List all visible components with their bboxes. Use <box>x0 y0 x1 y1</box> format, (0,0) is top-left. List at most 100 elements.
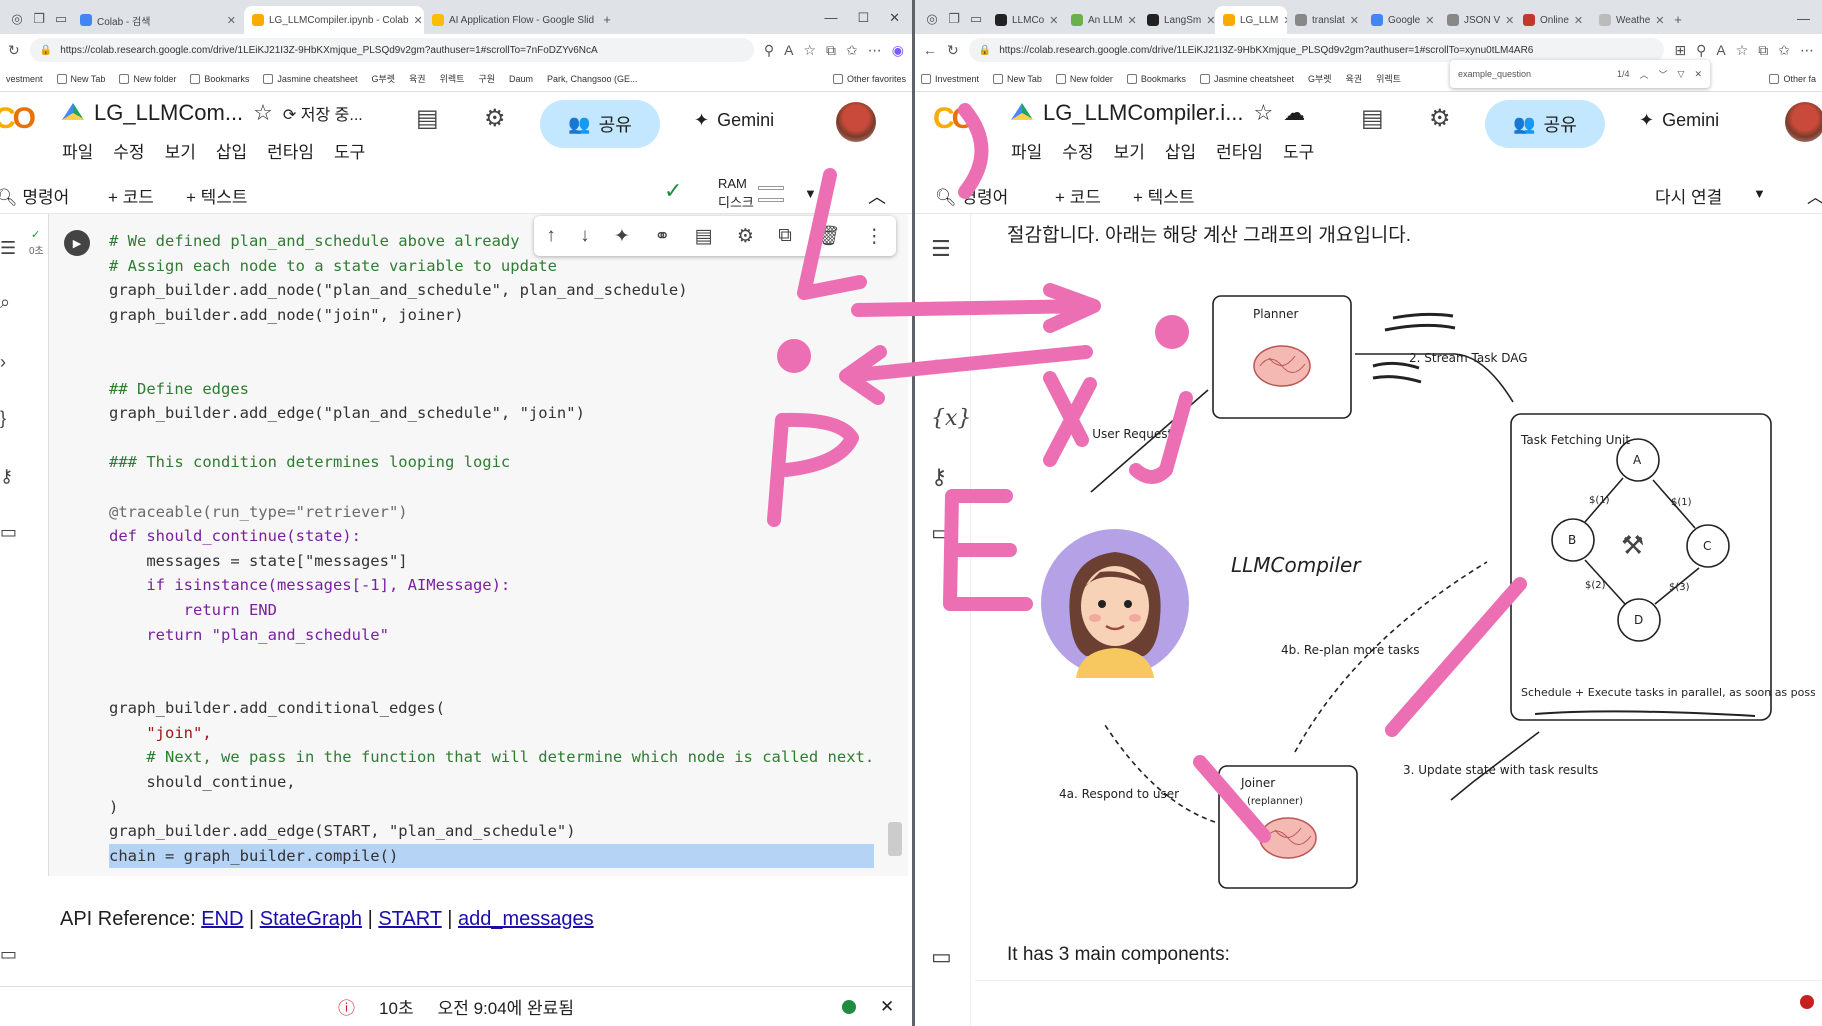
code-line[interactable]: chain = graph_builder.compile() <box>109 843 875 869</box>
more-vert-icon[interactable]: ⋮ <box>865 225 884 248</box>
mirror-cell-icon[interactable]: ⧉ <box>778 225 792 247</box>
browser-tab[interactable]: LLMCo ✕ <box>987 6 1063 34</box>
command-palette-button[interactable]: 🔍︎ 명령어 <box>0 183 69 208</box>
star-icon[interactable]: ☆ <box>1254 100 1274 126</box>
code-line[interactable] <box>109 475 874 500</box>
bookmark[interactable]: Daum <box>509 74 533 84</box>
browser-tab[interactable]: An LLM ✕ <box>1063 6 1139 34</box>
link-icon[interactable]: ⚭ <box>654 225 670 248</box>
gemini-button[interactable]: ✦ Gemini <box>694 110 774 131</box>
menu-edit[interactable]: 수정 <box>113 138 144 163</box>
notebook-title[interactable]: LG_LLMCompiler.i... <box>1043 100 1244 126</box>
files-folder-icon[interactable]: ▭ <box>931 520 952 546</box>
code-line[interactable]: graph_builder.add_node("plan_and_schedul… <box>109 278 874 303</box>
code-line[interactable]: ## Define edges <box>109 377 874 402</box>
close-tab-icon[interactable]: ✕ <box>1655 14 1664 27</box>
bookmark[interactable]: Jasmine cheatsheet <box>263 73 357 84</box>
close-tab-icon[interactable]: ✕ <box>1425 14 1434 27</box>
favorites-icon[interactable]: ✩ <box>846 42 858 59</box>
browser-tab[interactable]: LangSm ✕ <box>1139 6 1215 34</box>
menu-view[interactable]: 보기 <box>165 138 196 163</box>
code-snippets-icon[interactable]: ‹› <box>931 350 946 376</box>
read-aloud-icon[interactable]: A <box>784 42 793 58</box>
toc-icon[interactable]: ☰ <box>931 236 951 262</box>
comment-icon[interactable]: ▤ <box>1361 104 1384 133</box>
cell-settings-icon[interactable]: ⚙ <box>737 225 754 248</box>
code-editor[interactable]: # We defined plan_and_schedule above alr… <box>109 229 875 869</box>
bookmark[interactable]: G부렛 <box>371 72 395 85</box>
bookmark[interactable]: Park, Changsoo (GE... <box>547 74 638 84</box>
copilot-icon[interactable]: ◉ <box>892 42 904 59</box>
browser-tab[interactable]: AI Application Flow - Google Slid✕ <box>424 6 596 34</box>
code-line[interactable]: return END <box>109 598 874 623</box>
split-icon[interactable]: ⧉ <box>826 42 836 59</box>
bookmark[interactable]: New folder <box>1055 73 1113 84</box>
back-icon[interactable]: ← <box>923 42 937 58</box>
tab-actions-icon[interactable]: ▭ <box>965 4 987 34</box>
url-field[interactable]: 🔒 https://colab.research.google.com/drive… <box>29 38 754 62</box>
code-line[interactable] <box>109 426 874 451</box>
terminal-icon[interactable]: ▭ <box>931 944 952 970</box>
files-folder-icon[interactable]: ▭ <box>0 522 17 543</box>
browser-tab-active[interactable]: LG_LLMCompiler.ipynb - Colab ✕ <box>244 6 424 34</box>
add-text-button[interactable]: + 텍스트 <box>1133 183 1195 208</box>
add-code-button[interactable]: + 코드 <box>1055 183 1101 208</box>
menu-view[interactable]: 보기 <box>1114 138 1145 163</box>
find-input[interactable]: example_question <box>1458 69 1607 79</box>
code-line[interactable] <box>109 352 874 377</box>
browser-tab[interactable]: Weathe ✕ <box>1591 6 1667 34</box>
close-tab-icon[interactable]: ✕ <box>1127 14 1136 27</box>
collapse-header-icon[interactable]: ︿ <box>1807 183 1822 208</box>
bookmark[interactable]: vestment <box>6 74 43 84</box>
code-line[interactable]: graph_builder.add_edge("plan_and_schedul… <box>109 401 874 426</box>
new-tab-icon[interactable]: + <box>1667 4 1689 34</box>
bookmark[interactable]: G부렛 <box>1308 72 1332 85</box>
find-close-icon[interactable]: ✕ <box>1694 69 1702 80</box>
secrets-key-icon[interactable]: ⚷ <box>931 464 947 490</box>
api-link-end[interactable]: END <box>201 908 243 930</box>
menu-tools[interactable]: 도구 <box>1283 138 1314 163</box>
profile-icon[interactable]: ◎ <box>6 4 28 34</box>
comment-icon[interactable]: ▤ <box>416 104 439 133</box>
other-favorites[interactable]: Other favorites <box>832 73 906 84</box>
app-available-icon[interactable]: ⊞ <box>1674 42 1686 59</box>
add-text-button[interactable]: + 텍스트 <box>186 183 248 208</box>
find-next-icon[interactable]: ﹀ <box>1659 68 1668 81</box>
favorite-star-icon[interactable]: ☆ <box>803 42 816 59</box>
menu-tools[interactable]: 도구 <box>334 138 365 163</box>
code-line[interactable]: messages = state["messages"] <box>109 549 874 574</box>
comment-cell-icon[interactable]: ▤ <box>695 225 713 248</box>
other-favorites[interactable]: Other fa <box>1769 73 1816 84</box>
notebook-title[interactable]: LG_LLMCom... <box>94 100 243 126</box>
bookmark[interactable]: Jasmine cheatsheet <box>1199 73 1294 84</box>
close-tab-icon[interactable]: ✕ <box>1574 14 1583 27</box>
bookmark[interactable]: 육권 <box>409 72 426 85</box>
api-link-start[interactable]: START <box>378 908 441 930</box>
split-icon[interactable]: ⧉ <box>1758 42 1768 59</box>
close-tab-icon[interactable]: ✕ <box>1206 14 1215 27</box>
menu-runtime[interactable]: 런타임 <box>267 138 314 163</box>
browser-tab[interactable]: JSON V ✕ <box>1439 6 1515 34</box>
secrets-key-icon[interactable]: ⚷ <box>0 466 13 487</box>
code-line[interactable]: # Next, we pass in the function that wil… <box>109 745 874 770</box>
find-previous-icon[interactable]: ︿ <box>1640 68 1649 81</box>
close-tab-icon[interactable]: ✕ <box>414 14 423 27</box>
bookmark[interactable]: Investment <box>921 73 979 84</box>
gemini-button[interactable]: ✦ Gemini <box>1639 110 1719 131</box>
command-palette-button[interactable]: 🔍︎ 명령어 <box>935 183 1008 208</box>
profile-icon[interactable]: ◎ <box>921 4 943 34</box>
avatar[interactable] <box>836 102 876 142</box>
collapse-header-icon[interactable]: ︿ <box>868 183 886 209</box>
avatar[interactable] <box>1785 102 1822 142</box>
bookmark[interactable]: New Tab <box>56 73 105 84</box>
zoom-icon[interactable]: ⚲ <box>764 42 774 59</box>
close-window-icon[interactable]: ✕ <box>889 10 900 26</box>
close-tab-icon[interactable]: ✕ <box>1505 14 1514 27</box>
bookmark[interactable]: Bookmarks <box>190 73 249 84</box>
reconnect-button[interactable]: 다시 연결 <box>1655 183 1722 208</box>
tab-actions-icon[interactable]: ▭ <box>50 4 72 34</box>
menu-file[interactable]: 파일 <box>1011 138 1042 163</box>
code-line[interactable]: should_continue, <box>109 770 874 795</box>
browser-tab-active[interactable]: LG_LLM✕ <box>1215 6 1287 34</box>
code-line[interactable]: return "plan_and_schedule" <box>109 623 874 648</box>
